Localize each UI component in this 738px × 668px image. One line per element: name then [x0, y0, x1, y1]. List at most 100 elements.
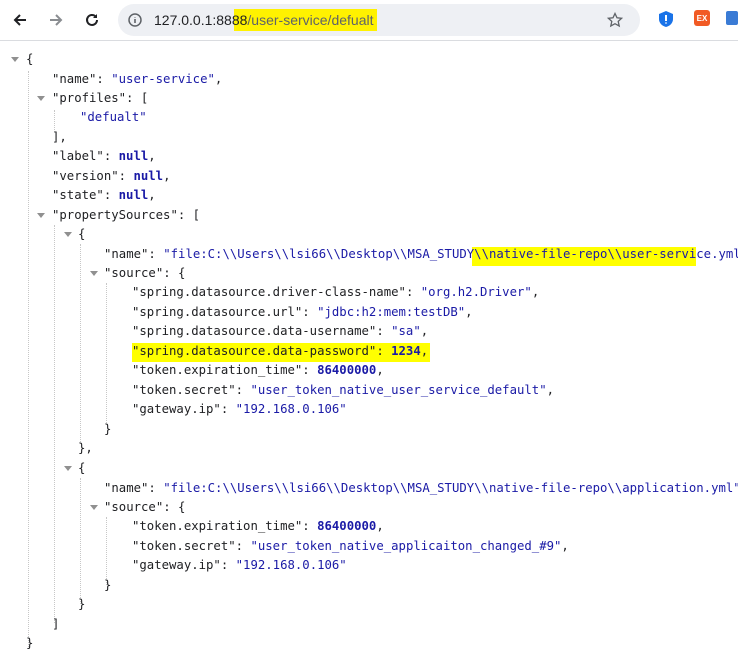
source1-name-key: "name": [104, 481, 149, 495]
reload-button[interactable]: [78, 6, 106, 34]
profiles-key: "profiles": [52, 91, 127, 105]
indent-guide: [54, 225, 55, 623]
prop-key: "spring.datasource.url": [132, 305, 303, 319]
star-icon[interactable]: [607, 12, 623, 28]
indent-guide: [80, 478, 81, 604]
prop-comma: ,: [546, 383, 555, 397]
prop-key: "spring.datasource.driver-class-name": [132, 285, 406, 299]
property-sources-open: [: [192, 208, 201, 222]
source1-name-value: "file:C:\\Users\\lsi66\\Desktop\\MSA_STU…: [163, 481, 738, 495]
prop-comma: ,: [531, 285, 540, 299]
source1-source-close: }: [104, 578, 112, 592]
browser-toolbar: 127.0.0.1:8888/user-service/defualt EX: [0, 0, 738, 40]
root-close: }: [26, 636, 34, 650]
collapse-toggle-icon[interactable]: [37, 96, 45, 101]
address-bar[interactable]: 127.0.0.1:8888/user-service/defualt: [118, 4, 640, 36]
prop-comma: ,: [561, 539, 569, 553]
back-button[interactable]: [6, 6, 34, 34]
prop-row: "spring.datasource.driver-class-name": "…: [132, 285, 540, 299]
source0-name-entry: "name": "file:C:\\Users\\lsi66\\Desktop\…: [104, 245, 738, 264]
state-value: null: [118, 188, 149, 202]
profiles-open: [: [140, 91, 149, 105]
prop-comma: ,: [420, 344, 429, 358]
source0-name-prefix: "file:C:\\Users\\lsi66\\Desktop\\MSA_STU…: [163, 247, 489, 261]
prop-key: "spring.datasource.data-username": [132, 324, 377, 338]
prop-value: 86400000: [317, 519, 377, 533]
property-sources-close: ]: [52, 617, 60, 631]
prop-value: 86400000: [317, 363, 377, 377]
prop-value: "user_token_native_user_service_default": [250, 383, 547, 397]
source0-close: },: [78, 441, 93, 455]
profile-value: "defualt": [80, 110, 147, 124]
source1-close: }: [78, 597, 86, 611]
source1-source-open: {: [178, 500, 186, 514]
back-arrow-icon: [13, 14, 26, 26]
collapse-toggle-icon[interactable]: [90, 271, 98, 276]
prop-key: "spring.datasource.data-password": [132, 344, 377, 358]
url-text[interactable]: 127.0.0.1:8888/user-service/defualt: [154, 4, 373, 36]
prop-row: "token.expiration_time": 86400000,: [132, 363, 384, 377]
collapse-toggle-icon[interactable]: [37, 213, 45, 218]
property-sources-key: "propertySources": [52, 208, 178, 222]
prop-value: "org.h2.Driver": [420, 285, 532, 299]
source1-open: {: [78, 461, 86, 475]
state-key: "state": [52, 188, 104, 202]
name-value: "user-service": [111, 72, 215, 86]
property-sources-entry: "propertySources": [: [52, 208, 201, 222]
collapse-toggle-icon[interactable]: [11, 57, 19, 62]
indent-guide: [106, 517, 107, 585]
prop-comma: ,: [420, 324, 429, 338]
version-value: null: [133, 169, 164, 183]
collapse-toggle-icon[interactable]: [64, 232, 72, 237]
source0-source-close: }: [104, 422, 112, 436]
url-path: /user-service/defualt: [247, 12, 374, 28]
prop-key: "token.expiration_time": [132, 519, 303, 533]
prop-row: "spring.datasource.url": "jdbc:h2:mem:te…: [132, 305, 473, 319]
prop-comma: ,: [376, 519, 384, 533]
prop-key: "token.expiration_time": [132, 363, 303, 377]
prop-value: "user_token_native_applicaiton_changed_#…: [250, 539, 562, 553]
extension-icon[interactable]: [726, 11, 738, 25]
indent-guide: [80, 244, 81, 444]
collapse-toggle-icon[interactable]: [64, 466, 72, 471]
source1-source-entry: "source": {: [104, 500, 186, 514]
profile-item: "defualt": [80, 108, 147, 127]
prop-key: "token.secret": [132, 383, 236, 397]
prop-key: "token.secret": [132, 539, 236, 553]
shield-extension-icon[interactable]: [658, 10, 674, 28]
prop-row: "token.secret": "user_token_native_user_…: [132, 383, 555, 397]
version-key: "version": [52, 169, 119, 183]
prop-value: "192.168.0.106": [235, 558, 347, 572]
reload-icon: [86, 13, 98, 26]
version-entry: "version": null,: [52, 169, 171, 183]
prop-key: "gateway.ip": [132, 558, 221, 572]
profiles-entry: "profiles": [: [52, 91, 149, 105]
source0-source-entry: "source": {: [104, 266, 186, 280]
prop-comma: ,: [465, 305, 473, 319]
source0-name-key: "name": [104, 247, 149, 261]
indent-guide: [28, 71, 29, 647]
prop-value: 1234: [391, 344, 421, 358]
forward-button[interactable]: [42, 6, 70, 34]
source0-open: {: [78, 227, 86, 241]
profiles-close: ],: [52, 130, 67, 144]
site-info-icon[interactable]: [128, 13, 142, 27]
prop-row-password: "spring.datasource.data-password": 1234,: [132, 344, 429, 358]
source0-source-key: "source": [104, 266, 164, 280]
label-entry: "label": null,: [52, 149, 156, 163]
forward-arrow-icon: [50, 14, 63, 26]
source0-source-open: {: [178, 266, 186, 280]
source1-source-key: "source": [104, 500, 164, 514]
source0-name-highlight: native-file-repo\\user-service.yml: [488, 247, 738, 261]
prop-row: "token.secret": "user_token_native_appli…: [132, 539, 569, 553]
prop-row: "gateway.ip": "192.168.0.106": [132, 402, 347, 416]
prop-value: "192.168.0.106": [235, 402, 347, 416]
prop-comma: ,: [376, 363, 384, 377]
ex-extension-icon[interactable]: EX: [694, 10, 710, 26]
url-host: 127.0.0.1:8888: [154, 12, 248, 28]
prop-row: "token.expiration_time": 86400000,: [132, 519, 384, 533]
collapse-toggle-icon[interactable]: [90, 505, 98, 510]
json-viewer: { "name": "user-service", "profiles": [ …: [0, 41, 738, 668]
name-key: "name": [52, 72, 97, 86]
prop-row: "gateway.ip": "192.168.0.106": [132, 558, 347, 572]
